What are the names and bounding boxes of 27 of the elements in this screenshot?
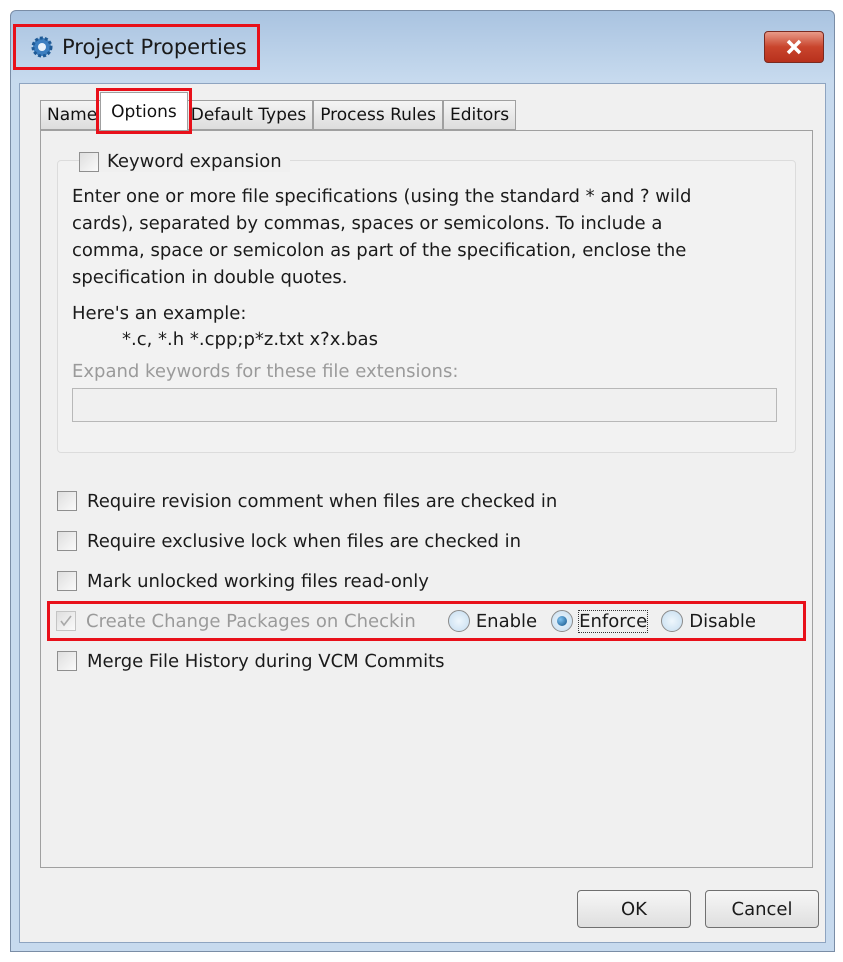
radio-label: Enforce xyxy=(579,610,648,632)
checkbox-label: Merge File History during VCM Commits xyxy=(87,650,445,672)
ok-button[interactable]: OK xyxy=(577,890,691,928)
window-title: Project Properties xyxy=(62,35,247,59)
tab[interactable]: Process Rules xyxy=(313,100,443,130)
checkmark-icon xyxy=(59,614,73,628)
description-text: Enter one or more file specifications (using the standard * and ? wild cards), separated by commas, spaces or semicolons. To include a comma, space or semicolon as part of the specification, enclose the specification in double quotes. xyxy=(72,185,692,290)
radio-label: Disable xyxy=(689,610,756,632)
checkbox[interactable] xyxy=(57,491,77,511)
checkbox[interactable] xyxy=(57,651,77,671)
checkbox-label: Create Change Packages on Checkin xyxy=(86,610,416,632)
cancel-button[interactable]: Cancel xyxy=(705,890,819,928)
checkbox[interactable] xyxy=(57,571,77,591)
checkbox[interactable] xyxy=(79,152,99,172)
checkbox-label: Require exclusive lock when files are checked in xyxy=(87,530,522,552)
close-icon xyxy=(784,38,804,56)
radio-label: Enable xyxy=(476,610,538,632)
example-text: *.c, *.h *.cpp;p*z.txt x?x.bas xyxy=(122,328,379,352)
tab[interactable]: Editors xyxy=(442,100,516,130)
checkbox-label: Keyword expansion xyxy=(107,151,282,172)
gear-icon xyxy=(30,35,54,59)
close-button[interactable] xyxy=(764,31,824,63)
field-label: Expand keywords for these file extensions: xyxy=(72,361,460,382)
checkbox[interactable] xyxy=(57,531,77,551)
checkbox-label: Mark unlocked working files read-only xyxy=(87,570,429,592)
checkbox-label: Require revision comment when files are checked in xyxy=(87,490,558,512)
example-heading: Here's an example: xyxy=(72,302,248,326)
